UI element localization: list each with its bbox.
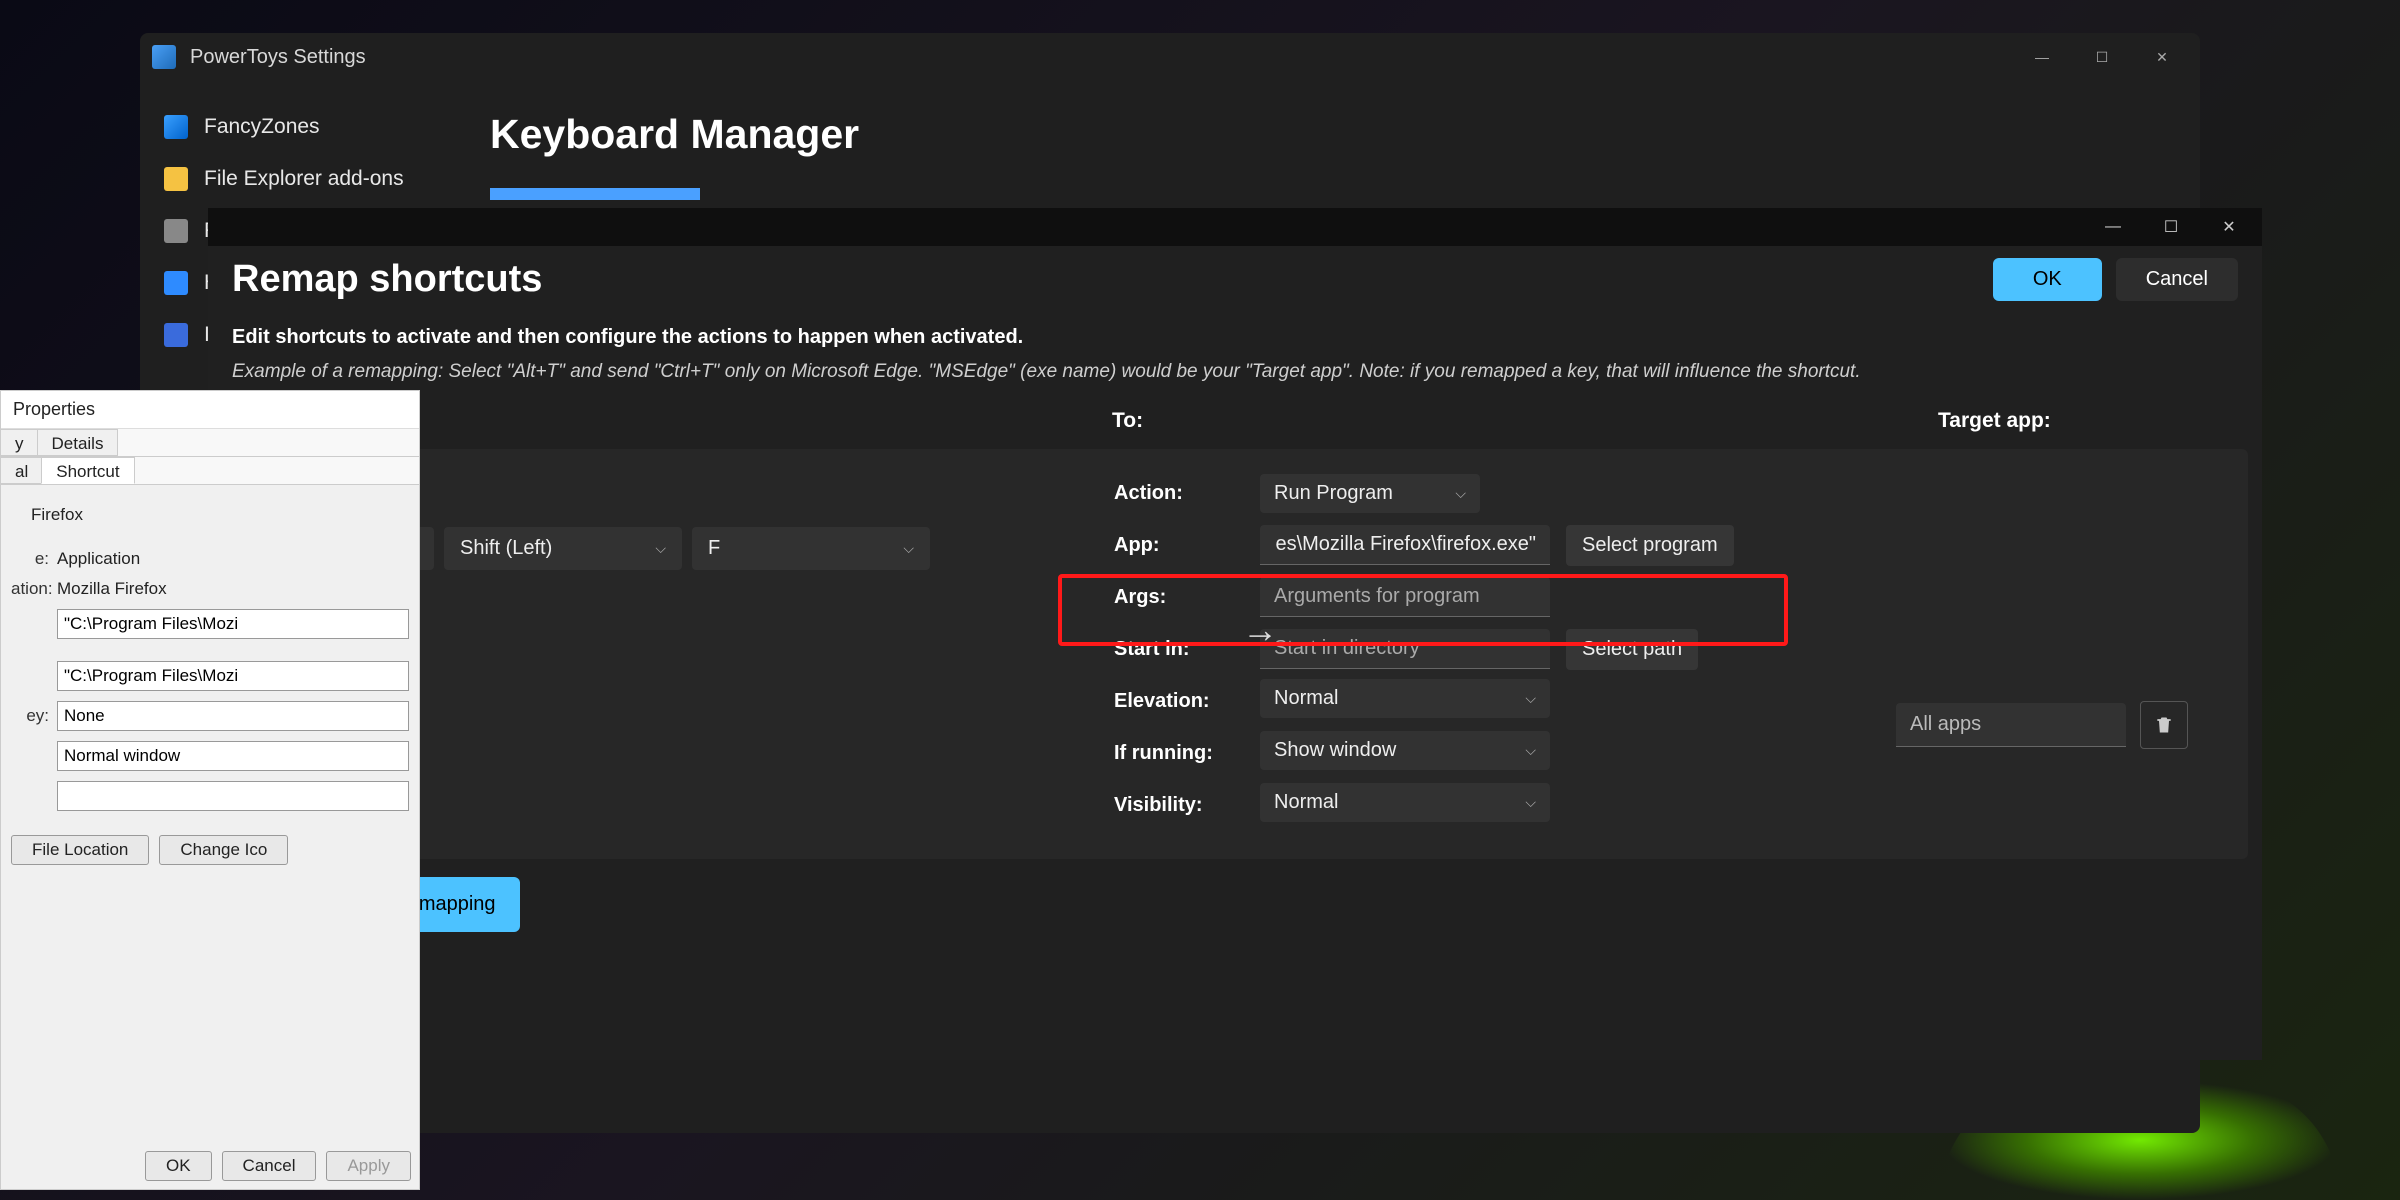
image-icon (164, 323, 188, 347)
dialog-example: Example of a remapping: Select "Alt+T" a… (232, 357, 2238, 387)
page-heading: Keyboard Manager (490, 111, 2200, 158)
props-cancel-button[interactable]: Cancel (222, 1151, 317, 1181)
arrow-right-icon: → (1242, 609, 1278, 651)
properties-name: Firefox (31, 505, 83, 525)
props-run-input[interactable] (57, 741, 409, 771)
sidebar-item-file-explorer[interactable]: File Explorer add-ons (140, 153, 470, 205)
cancel-button[interactable]: Cancel (2116, 258, 2238, 301)
dialog-titlebar: — ☐ ✕ (208, 208, 2262, 246)
properties-title: Properties (1, 391, 419, 429)
dialog-maximize-button[interactable]: ☐ (2142, 210, 2200, 244)
powertoys-titlebar: PowerToys Settings — ☐ ✕ (140, 33, 2200, 81)
startin-label: Start in: (1114, 638, 1244, 661)
props-shortcutkey-input[interactable] (57, 701, 409, 731)
target-app-input[interactable] (1896, 703, 2126, 747)
chevron-down-icon: ⌵ (1525, 742, 1536, 759)
elevation-label: Elevation: (1114, 690, 1244, 713)
dialog-description: Edit shortcuts to activate and then conf… (232, 321, 2238, 353)
chevron-down-icon: ⌵ (655, 540, 666, 557)
window-minimize-button[interactable]: — (2012, 37, 2072, 77)
action-select[interactable]: Run Program⌵ (1260, 474, 1480, 513)
properties-tab[interactable]: y (0, 429, 39, 456)
ifrunning-label: If running: (1114, 742, 1244, 765)
properties-tab[interactable]: al (0, 457, 43, 484)
elevation-select[interactable]: Normal⌵ (1260, 679, 1550, 718)
column-header-target: Target app: (1938, 409, 2238, 433)
powertoys-title: PowerToys Settings (190, 46, 366, 69)
remap-row: Shortcut: Ctrl (Left)⌵ Shift (Left)⌵ F⌵ … (222, 449, 2248, 859)
folder-icon (164, 167, 188, 191)
visibility-select[interactable]: Normal⌵ (1260, 783, 1550, 822)
properties-tab[interactable]: Details (37, 429, 119, 456)
file-icon (164, 271, 188, 295)
props-apply-button[interactable]: Apply (326, 1151, 411, 1181)
key-select-3[interactable]: F⌵ (692, 527, 930, 570)
change-icon-button[interactable]: Change Ico (159, 835, 288, 865)
chevron-down-icon: ⌵ (1525, 690, 1536, 707)
preview-thumbnail (490, 188, 700, 200)
properties-tab-shortcut[interactable]: Shortcut (41, 457, 134, 484)
props-target-input[interactable] (57, 609, 409, 639)
remap-shortcuts-dialog: — ☐ ✕ Remap shortcuts OK Cancel Edit sho… (208, 208, 2262, 1060)
sidebar-item-fancyzones[interactable]: FancyZones (140, 101, 470, 153)
trash-icon (2154, 714, 2174, 736)
lock-icon (164, 219, 188, 243)
chevron-down-icon: ⌵ (903, 540, 914, 557)
action-label: Action: (1114, 482, 1244, 505)
dialog-minimize-button[interactable]: — (2084, 210, 2142, 244)
props-ok-button[interactable]: OK (145, 1151, 212, 1181)
chevron-down-icon: ⌵ (1525, 794, 1536, 811)
fancyzones-icon (164, 115, 188, 139)
props-startin-input[interactable] (57, 661, 409, 691)
window-close-button[interactable]: ✕ (2132, 37, 2192, 77)
delete-row-button[interactable] (2140, 701, 2188, 749)
startin-input[interactable] (1260, 629, 1550, 669)
key-select-2[interactable]: Shift (Left)⌵ (444, 527, 682, 570)
props-comment-input[interactable] (57, 781, 409, 811)
select-path-button[interactable]: Select path (1566, 629, 1698, 670)
app-path-input[interactable] (1260, 525, 1550, 565)
args-input[interactable] (1260, 577, 1550, 617)
window-maximize-button[interactable]: ☐ (2072, 37, 2132, 77)
args-label: Args: (1114, 586, 1244, 609)
chevron-down-icon: ⌵ (1455, 485, 1466, 502)
ifrunning-select[interactable]: Show window⌵ (1260, 731, 1550, 770)
ok-button[interactable]: OK (1993, 258, 2102, 301)
select-program-button[interactable]: Select program (1566, 525, 1734, 566)
properties-dialog: Properties y Details al Shortcut Firefox… (0, 390, 420, 1190)
dialog-title: Remap shortcuts (232, 258, 1993, 301)
open-file-location-button[interactable]: File Location (11, 835, 149, 865)
app-label: App: (1114, 534, 1244, 557)
column-header-to: To: (1112, 409, 1938, 433)
powertoys-app-icon (152, 45, 176, 69)
visibility-label: Visibility: (1114, 794, 1244, 817)
dialog-close-button[interactable]: ✕ (2200, 210, 2258, 244)
